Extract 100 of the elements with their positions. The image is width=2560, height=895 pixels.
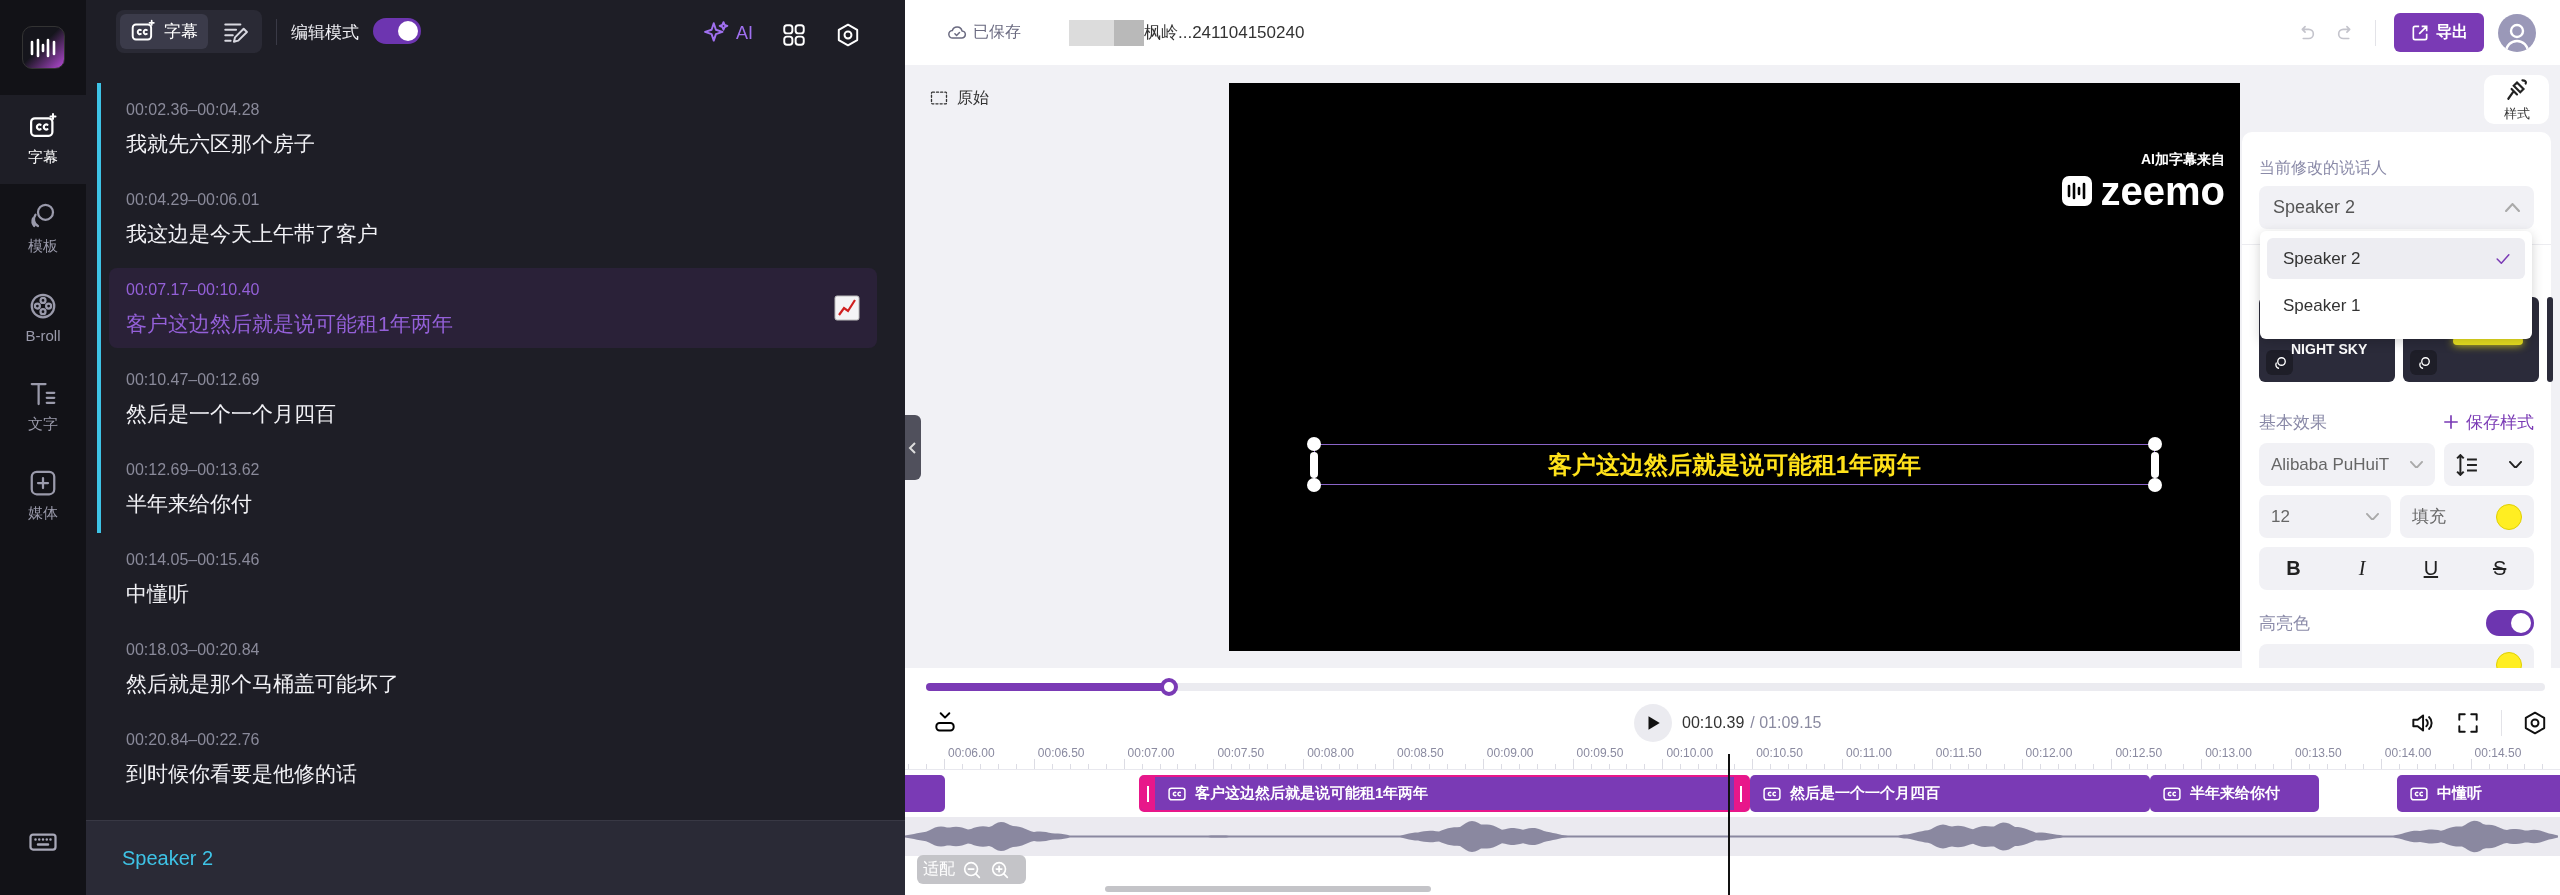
ruler-label: 00:12.50 [2115,746,2163,760]
current-time: 00:10.39 [1682,713,1745,732]
timestamp: 00:20.84–00:22.76 [126,729,261,750]
timestamp: 00:10.47–00:12.69 [126,369,261,390]
subtitle-text: 到时候你看要是他修的话 [126,760,358,787]
toggle-switch[interactable] [2486,610,2534,636]
color-swatch[interactable] [2496,503,2522,530]
line-spacing-select[interactable] [2444,443,2534,486]
avatar[interactable] [2498,13,2536,52]
resize-handle[interactable] [2148,478,2162,492]
subtitle-text: 然后是一个一个月四百 [126,400,337,427]
resize-handle[interactable] [1307,478,1321,492]
trim-handle[interactable] [1734,777,1748,810]
chart-increasing-icon [834,295,860,321]
subtitle-clip[interactable] [905,775,945,812]
plus-icon [2442,413,2460,431]
subtitle-text: 我这边是今天上午带了客户 [126,220,379,247]
brand-logo-icon [2060,175,2093,207]
chevron-down-icon [2509,460,2522,469]
ruler-label: 00:09.00 [1486,746,1534,760]
timestamp: 00:18.03–00:20.84 [126,639,261,660]
subtitle-text: 客户这边然后就是说可能租1年两年 [126,310,454,337]
timestamp: 00:07.17–00:10.40 [126,279,261,300]
nav-item[interactable]: 模板 [0,184,86,273]
settings-icon[interactable] [2522,709,2548,736]
subtitle-item[interactable]: 00:04.29–00:06.01 我这边是今天上午带了客户 [109,178,877,258]
resize-handle[interactable] [1307,437,1321,451]
add-media-icon [28,468,58,498]
edit-mode-label: 编辑模式 [291,22,359,44]
original-label[interactable]: 原始 [957,87,989,109]
subtitle-item[interactable]: 00:07.17–00:10.40 客户这边然后就是说可能租1年两年 [109,268,877,348]
subtitle-item[interactable]: 00:02.36–00:04.28 我就先六区那个房子 [109,88,877,168]
progress-slider[interactable] [926,677,2545,696]
subtitle-clip[interactable]: 半年来给你付 [2150,775,2319,812]
resize-handle[interactable] [2148,437,2162,451]
ruler-label: 00:12.00 [2025,746,2073,760]
ruler-label: 00:11.00 [1846,746,1892,760]
toggle-switch[interactable] [373,18,421,44]
ruler-label: 00:09.50 [1576,746,1624,760]
resize-handle[interactable] [1310,452,1318,478]
subtitle-item[interactable]: 00:10.47–00:12.69 然后是一个一个月四百 [109,358,877,438]
speaker-select[interactable]: Speaker 2 [2259,186,2534,229]
subtitle-clip[interactable]: 中懂听 [2397,775,2560,812]
timestamp: 00:14.05–00:15.46 [126,549,261,570]
subtitle-clip[interactable]: 然后是一个一个月四百 [1750,775,2150,812]
tab[interactable]: 字幕 [120,14,208,49]
chevron-down-icon [2366,512,2379,521]
subtitle-clip[interactable]: 客户这边然后就是说可能租1年两年 [1139,775,1750,812]
subtitle-item[interactable]: 00:14.05–00:15.46 中懂听 [109,538,877,618]
dropdown-option[interactable]: Speaker 2 [2267,238,2525,279]
format-button[interactable]: U [2415,556,2446,581]
brand-name: zeemo [2100,171,2225,211]
timestamp: 00:04.29–00:06.01 [126,189,261,210]
play-button[interactable] [1634,703,1672,742]
file-name: 枫岭...241104150240 [1144,22,1305,44]
nav-item[interactable]: 字幕 [0,95,86,184]
subtitle-item[interactable]: 00:20.84–00:22.76 到时候你看要是他修的话 [109,718,877,798]
watermark-caption: AI加字幕来自 [2141,151,2225,169]
line-spacing-icon [2456,453,2478,476]
timestamp: 00:12.69–00:13.62 [126,459,261,480]
ruler-label: 00:14.50 [2474,746,2522,760]
nav-item[interactable]: B-roll [0,273,86,362]
grid-icon[interactable] [781,22,807,48]
app-logo[interactable] [21,26,65,69]
ruler-label: 00:13.00 [2205,746,2252,760]
subtitle-text: 半年来给你付 [126,490,253,517]
subtitle-item[interactable]: 00:18.03–00:20.84 然后就是那个马桶盖可能坏了 [109,628,877,708]
section-title: 基本效果 [2259,411,2327,434]
collapse-handle[interactable] [905,415,921,480]
trim-handle[interactable] [1141,777,1155,810]
scrollbar[interactable] [1105,886,1431,892]
font-size-select[interactable]: 12 [2259,495,2391,538]
chevron-down-icon [2410,460,2423,469]
font-select[interactable]: Alibaba PuHuiT [2259,443,2435,486]
resize-handle[interactable] [2151,452,2159,478]
nav-item[interactable]: 文字 [0,362,86,451]
format-button[interactable]: B [2278,556,2309,581]
timestamp: 00:02.36–00:04.28 [126,99,261,120]
subtitle-text: 然后就是那个马桶盖可能坏了 [126,670,400,697]
speaker-name[interactable]: Speaker 2 [122,846,214,870]
subtitle-text: 我就先六区那个房子 [126,130,316,157]
nav-item[interactable]: 媒体 [0,451,86,540]
slider-thumb[interactable] [1159,677,1178,696]
ruler-label: 00:14.00 [2384,746,2432,760]
save-status: 已保存 [973,22,1021,42]
ai-button[interactable]: AI [704,20,753,46]
ruler-label: 00:10.00 [1666,746,1714,760]
save-style-link[interactable]: 保存样式 [2442,410,2534,434]
settings-icon[interactable] [835,22,861,48]
ruler-label: 00:06.50 [1037,746,1085,760]
export-button[interactable]: 导出 [2394,13,2484,52]
ruler-label: 00:07.00 [1127,746,1175,760]
speaker-label: 当前修改的说话人 [2259,158,2388,178]
format-button[interactable]: I [2347,556,2378,581]
highlight-label: 高亮色 [2259,612,2310,635]
ruler-label: 00:06.00 [948,746,995,760]
style-button[interactable]: 样式 [2484,75,2549,124]
fill-label: 填充 [2412,506,2446,528]
subtitle-item[interactable]: 00:12.69–00:13.62 半年来给你付 [109,448,877,528]
format-button[interactable]: S [2484,556,2515,581]
